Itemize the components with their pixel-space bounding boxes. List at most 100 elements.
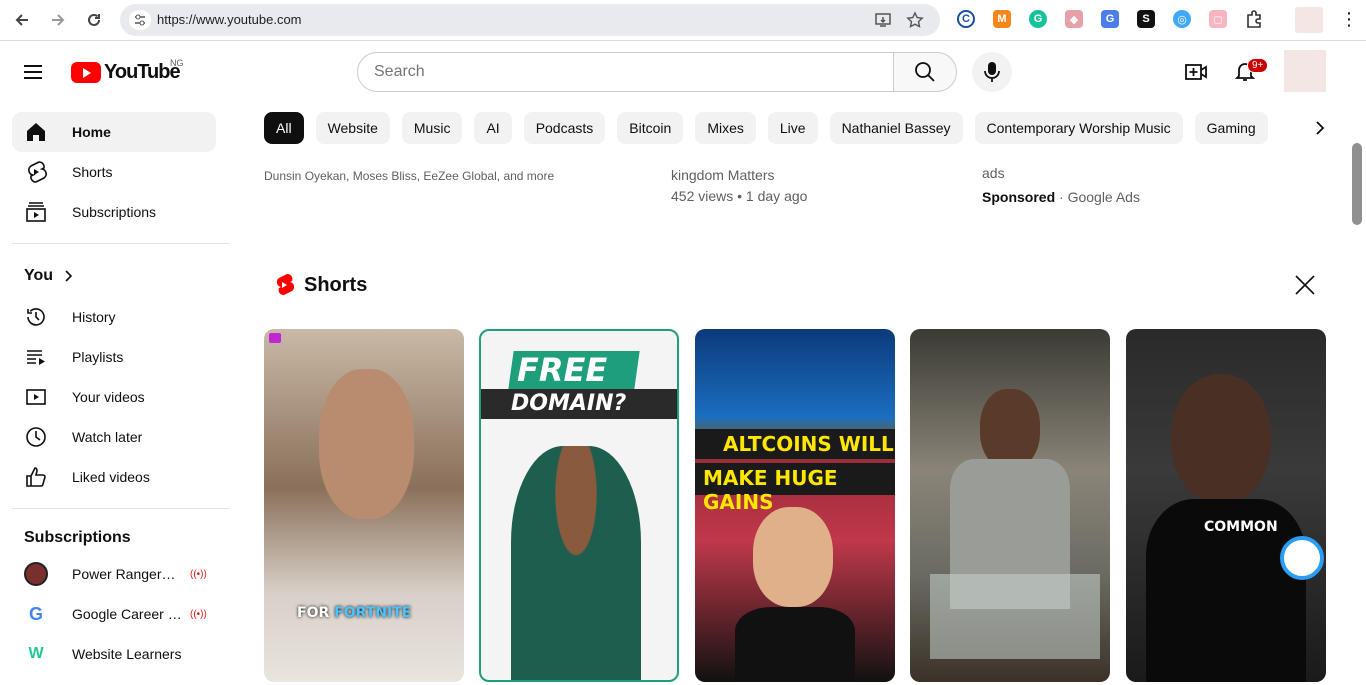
person-shape [511, 446, 641, 680]
short-caption: FREE [517, 351, 608, 389]
sidebar-item-label: Shorts [72, 164, 113, 180]
sidebar-item-playlists[interactable]: Playlists [12, 337, 216, 377]
metamask-icon[interactable]: M [993, 10, 1011, 28]
sidebar-item-home[interactable]: Home [12, 112, 216, 152]
page-scrollbar[interactable] [1352, 143, 1362, 225]
sidebar-item-label: History [72, 309, 116, 325]
sidebar-item-watch-later[interactable]: Watch later [12, 417, 216, 457]
channel-name: Power Rangers ... [72, 566, 182, 582]
install-app-icon[interactable] [874, 11, 892, 34]
chevron-right-icon [65, 270, 73, 282]
short-caption: DOMAIN? [511, 391, 627, 416]
you-section-link[interactable]: You [24, 267, 75, 285]
create-button[interactable] [1184, 60, 1208, 89]
google-logo-icon: G [28, 603, 43, 624]
sidebar-item-label: Your videos [72, 389, 145, 405]
search-button[interactable] [893, 52, 957, 92]
sidebar-channel-google-career[interactable]: G Google Career Ce... ((•)) [12, 594, 216, 634]
sidebar-item-label: Liked videos [72, 469, 150, 485]
short-thumbnail[interactable]: FOR FORTNITE [264, 329, 464, 682]
you-heading: You [24, 267, 54, 284]
face-shape [1171, 374, 1271, 504]
sidebar-item-shorts[interactable]: Shorts [12, 152, 216, 192]
browser-menu-icon[interactable]: ⋮ [1340, 10, 1358, 28]
sidebar-item-your-videos[interactable]: Your videos [12, 377, 216, 417]
website-learners-logo-icon: W [28, 645, 44, 662]
voice-search-button[interactable] [972, 52, 1012, 92]
extensions-puzzle-icon[interactable] [1244, 9, 1264, 34]
sidebar-item-label: Playlists [72, 349, 124, 365]
person-shape [735, 607, 855, 682]
podium-shape [930, 574, 1100, 659]
extension-s-icon[interactable]: S [1137, 10, 1155, 28]
back-icon[interactable] [9, 8, 35, 32]
short-caption: ALTCOINS WILL [723, 432, 894, 456]
short-thumbnail[interactable] [910, 329, 1110, 682]
channel-badge-icon [269, 333, 281, 343]
advertiser-name[interactable]: Google Ads [1068, 189, 1140, 205]
filter-chip[interactable]: AI [474, 112, 512, 144]
filter-chip[interactable]: Contemporary Worship Music [974, 112, 1183, 144]
chevron-right-icon[interactable] [1310, 118, 1330, 143]
filter-chip[interactable]: Bitcoin [617, 112, 684, 144]
bookmark-star-icon[interactable] [906, 11, 924, 34]
shorts-icon [24, 160, 48, 184]
search-input[interactable] [358, 53, 893, 91]
sidebar-item-liked-videos[interactable]: Liked videos [12, 457, 216, 497]
channel-name[interactable]: kingdom Matters [671, 167, 807, 183]
filter-chip[interactable]: Website [315, 112, 390, 144]
playlists-icon [24, 345, 48, 369]
short-caption: FORTNITE [334, 605, 412, 621]
guide-menu-icon[interactable] [24, 62, 48, 82]
extension-c-icon[interactable]: C [957, 10, 975, 28]
sidebar-item-history[interactable]: History [12, 297, 216, 337]
address-bar[interactable]: https://www.youtube.com [120, 4, 940, 36]
your-videos-icon [24, 385, 48, 409]
extension-scan-icon[interactable]: ◎ [1173, 10, 1191, 28]
sidebar-channel-website-learners[interactable]: W Website Learners [12, 634, 216, 674]
floating-scan-icon[interactable] [1280, 536, 1324, 580]
site-info-icon[interactable] [129, 10, 151, 30]
translate-icon[interactable]: G [1101, 10, 1119, 28]
shorts-logo-icon [276, 273, 294, 296]
channel-name[interactable]: Dunsin Oyekan, Moses Bliss, EeZee Global… [264, 169, 554, 183]
sidebar-channel-power-rangers[interactable]: Power Rangers ... ((•)) [12, 554, 216, 594]
masthead: YouTube NG 9+ [0, 42, 1366, 102]
sidebar: Home Shorts Subscriptions You History Pl… [0, 102, 240, 685]
country-code: NG [170, 58, 184, 68]
short-thumbnail[interactable]: ALTCOINS WILL MAKE HUGE GAINS [695, 329, 895, 682]
filter-chip[interactable]: Nathaniel Bassey [829, 112, 963, 144]
sidebar-item-label: Subscriptions [72, 204, 157, 220]
sidebar-item-subscriptions[interactable]: Subscriptions [12, 192, 216, 232]
filter-chip[interactable]: Gaming [1194, 112, 1268, 144]
account-avatar[interactable] [1284, 50, 1326, 92]
short-thumbnail[interactable]: COMMON [1126, 329, 1326, 682]
filter-chip[interactable]: All [264, 112, 304, 144]
close-icon[interactable] [1294, 274, 1316, 301]
search-icon [915, 62, 935, 82]
extension-pink-icon[interactable]: ◻ [1209, 10, 1227, 28]
short-thumbnail[interactable]: FREE DOMAIN? [479, 329, 679, 682]
extension-bat-icon[interactable]: ◆ [1065, 10, 1083, 28]
profile-avatar[interactable] [1295, 7, 1323, 33]
reload-icon[interactable] [81, 8, 107, 32]
youtube-logo[interactable]: YouTube [71, 61, 181, 84]
microphone-icon [984, 62, 1000, 82]
subscriptions-icon [24, 200, 48, 224]
filter-chip[interactable]: Podcasts [523, 112, 606, 144]
home-icon [24, 120, 48, 144]
filter-chip[interactable]: Music [401, 112, 463, 144]
filter-chip[interactable]: Live [767, 112, 818, 144]
filter-chip[interactable]: Mixes [695, 112, 756, 144]
filter-chips-bar: All Website Music AI Podcasts Bitcoin Mixes Liv… [264, 112, 1326, 144]
sidebar-item-label: Home [72, 124, 111, 140]
grammarly-icon[interactable]: G [1029, 10, 1047, 28]
live-indicator-icon: ((•)) [190, 608, 207, 620]
url-text: https://www.youtube.com [157, 12, 302, 27]
face-shape [980, 389, 1040, 469]
face-shape [753, 507, 833, 607]
channel-avatar [24, 562, 48, 586]
history-icon [24, 305, 48, 329]
forward-icon[interactable] [45, 8, 71, 32]
thumbs-up-icon [24, 465, 48, 489]
